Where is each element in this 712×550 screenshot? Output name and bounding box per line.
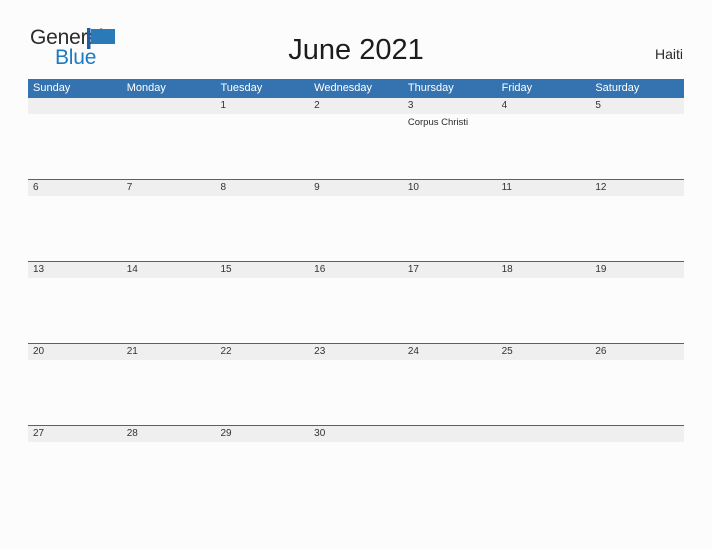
- day-number-30[interactable]: 30: [309, 426, 403, 442]
- weekday-header-friday: Friday: [501, 82, 533, 94]
- day-cell-27[interactable]: [28, 442, 122, 507]
- day-number-empty: [497, 426, 591, 442]
- calendar-weeks: 1 2 3 4 5 Corpus Christi 6 7 8 9 10 11 12 13 14 15 16 17 1…: [28, 98, 684, 507]
- day-cell-22[interactable]: [215, 360, 309, 425]
- day-number-empty: [122, 98, 216, 114]
- day-cell-20[interactable]: [28, 360, 122, 425]
- day-cell-18[interactable]: [497, 278, 591, 343]
- day-number-27[interactable]: 27: [28, 426, 122, 442]
- weekday-header-sunday: Sunday: [33, 82, 71, 94]
- day-number-16[interactable]: 16: [309, 262, 403, 278]
- week-event-band: [28, 196, 684, 261]
- holiday-event: Corpus Christi: [407, 117, 469, 128]
- day-cell-1[interactable]: [215, 114, 309, 179]
- day-number-28[interactable]: 28: [122, 426, 216, 442]
- day-cell-16[interactable]: [309, 278, 403, 343]
- day-cell-17[interactable]: [403, 278, 497, 343]
- calendar-week-row: 20 21 22 23 24 25 26: [28, 343, 684, 425]
- day-cell-empty: [497, 442, 591, 507]
- weekday-header-row: Sunday Monday Tuesday Wednesday Thursday Frid…: [28, 79, 684, 98]
- day-number-7[interactable]: 7: [122, 180, 216, 196]
- day-cell-12[interactable]: [590, 196, 684, 261]
- day-number-15[interactable]: 15: [215, 262, 309, 278]
- day-cell-3[interactable]: Corpus Christi: [403, 114, 497, 179]
- day-number-empty: [590, 426, 684, 442]
- day-number-empty: [28, 98, 122, 114]
- day-number-25[interactable]: 25: [497, 344, 591, 360]
- weekday-header-tuesday: Tuesday: [220, 82, 263, 94]
- day-cell-9[interactable]: [309, 196, 403, 261]
- day-number-14[interactable]: 14: [122, 262, 216, 278]
- day-number-22[interactable]: 22: [215, 344, 309, 360]
- day-cell-7[interactable]: [122, 196, 216, 261]
- day-number-17[interactable]: 17: [403, 262, 497, 278]
- calendar-week-row: 6 7 8 9 10 11 12: [28, 179, 684, 261]
- day-number-12[interactable]: 12: [590, 180, 684, 196]
- day-number-3[interactable]: 3: [403, 98, 497, 114]
- day-cell-11[interactable]: [497, 196, 591, 261]
- week-event-band: [28, 278, 684, 343]
- day-cell-6[interactable]: [28, 196, 122, 261]
- day-cell-29[interactable]: [215, 442, 309, 507]
- day-number-5[interactable]: 5: [590, 98, 684, 114]
- day-number-24[interactable]: 24: [403, 344, 497, 360]
- day-number-11[interactable]: 11: [497, 180, 591, 196]
- day-number-9[interactable]: 9: [309, 180, 403, 196]
- day-number-2[interactable]: 2: [309, 98, 403, 114]
- day-number-8[interactable]: 8: [215, 180, 309, 196]
- country-label: Haiti: [654, 46, 683, 62]
- day-cell-14[interactable]: [122, 278, 216, 343]
- day-cell-empty: [590, 442, 684, 507]
- week-date-band: 12345: [28, 98, 684, 114]
- day-cell-26[interactable]: [590, 360, 684, 425]
- day-cell-empty: [122, 114, 216, 179]
- day-number-23[interactable]: 23: [309, 344, 403, 360]
- day-number-29[interactable]: 29: [215, 426, 309, 442]
- day-number-6[interactable]: 6: [28, 180, 122, 196]
- day-number-26[interactable]: 26: [590, 344, 684, 360]
- week-event-band: Corpus Christi: [28, 114, 684, 179]
- weekday-header-monday: Monday: [126, 82, 166, 94]
- day-cell-8[interactable]: [215, 196, 309, 261]
- day-number-empty: [403, 426, 497, 442]
- calendar-week-row: 1 2 3 4 5 Corpus Christi: [28, 98, 684, 179]
- week-event-band: [28, 442, 684, 507]
- day-cell-4[interactable]: [497, 114, 591, 179]
- day-cell-25[interactable]: [497, 360, 591, 425]
- page-header: General Blue June 2021 Haiti: [0, 0, 712, 78]
- weekday-header-saturday: Saturday: [595, 82, 640, 94]
- day-cell-13[interactable]: [28, 278, 122, 343]
- week-event-band: [28, 360, 684, 425]
- week-date-band: 6 7 8 9 10 11 12: [28, 180, 684, 196]
- weekday-header-wednesday: Wednesday: [314, 82, 373, 94]
- day-cell-5[interactable]: [590, 114, 684, 179]
- day-cell-empty: [403, 442, 497, 507]
- day-cell-empty: [28, 114, 122, 179]
- day-cell-28[interactable]: [122, 442, 216, 507]
- calendar-title: June 2021: [288, 34, 424, 66]
- day-cell-19[interactable]: [590, 278, 684, 343]
- day-number-1[interactable]: 1: [215, 98, 309, 114]
- day-cell-10[interactable]: [403, 196, 497, 261]
- day-number-20[interactable]: 20: [28, 344, 122, 360]
- monthly-calendar-grid: Sunday Monday Tuesday Wednesday Thursday Frid…: [28, 79, 684, 507]
- day-cell-30[interactable]: [309, 442, 403, 507]
- day-cell-15[interactable]: [215, 278, 309, 343]
- day-number-4[interactable]: 4: [497, 98, 591, 114]
- calendar-week-row: 27 28 29 30: [28, 425, 684, 507]
- week-date-band: 13 14 15 16 17 18 19: [28, 262, 684, 278]
- day-cell-24[interactable]: [403, 360, 497, 425]
- day-cell-21[interactable]: [122, 360, 216, 425]
- day-number-13[interactable]: 13: [28, 262, 122, 278]
- day-number-18[interactable]: 18: [497, 262, 591, 278]
- week-date-band: 20 21 22 23 24 25 26: [28, 344, 684, 360]
- day-cell-2[interactable]: [309, 114, 403, 179]
- calendar-week-row: 13 14 15 16 17 18 19: [28, 261, 684, 343]
- day-cell-23[interactable]: [309, 360, 403, 425]
- day-number-10[interactable]: 10: [403, 180, 497, 196]
- day-number-21[interactable]: 21: [122, 344, 216, 360]
- week-date-band: 27 28 29 30: [28, 426, 684, 442]
- day-number-19[interactable]: 19: [590, 262, 684, 278]
- weekday-header-thursday: Thursday: [407, 82, 454, 94]
